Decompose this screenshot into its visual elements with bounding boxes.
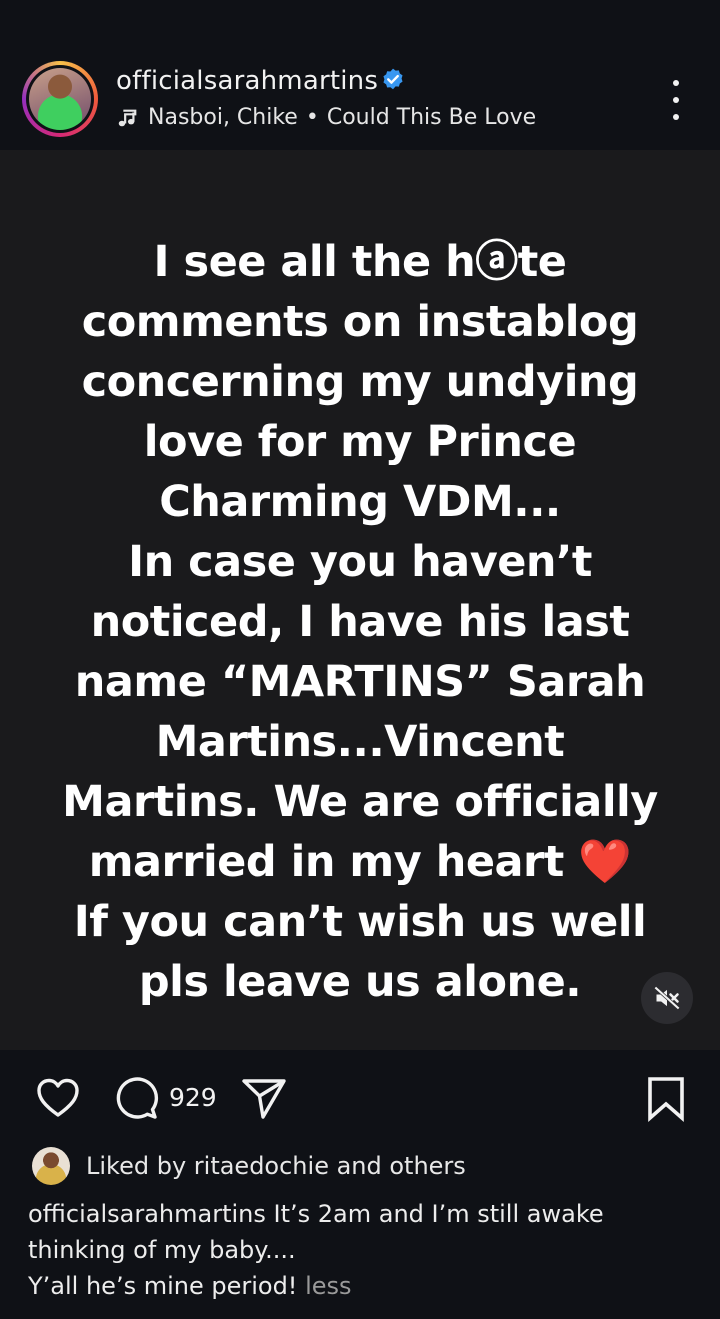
post-text-line: In case you haven’t [128, 537, 592, 587]
music-info[interactable]: Nasboi, Chike • Could This Be Love [116, 105, 536, 130]
post-text-line: Charming VDM... [159, 477, 561, 527]
mute-icon [654, 986, 680, 1010]
caption-line: Y’all he’s mine period! less [28, 1268, 698, 1304]
post-actions: 929 [0, 1050, 720, 1146]
music-note-icon [118, 109, 137, 126]
post-text-line: I see all the hⓐte [153, 237, 567, 287]
more-options-icon[interactable] [664, 80, 688, 120]
avatar [29, 68, 91, 130]
post-text-line: comments on instablog [81, 297, 639, 347]
caption-line: officialsarahmartins It’s 2am and I’m st… [28, 1200, 604, 1228]
story-avatar[interactable] [22, 61, 98, 137]
music-artists: Nasboi, Chike [148, 105, 298, 130]
post-text-line: love for my Prince [143, 417, 577, 467]
less-link[interactable]: less [305, 1272, 351, 1300]
post-media[interactable]: I see all the hⓐte comments on instablog… [0, 150, 720, 1050]
post-header: officialsarahmartins Nasboi, Chike • Cou… [0, 0, 720, 150]
post-caption: officialsarahmartins It’s 2am and I’m st… [28, 1196, 698, 1304]
music-song: Could This Be Love [326, 105, 537, 130]
post-text-line: name “MARTINS” Sarah [74, 657, 646, 707]
bookmark-icon[interactable] [642, 1074, 690, 1122]
post-text-line: Martins...Vincent [155, 717, 565, 767]
comment-count: 929 [169, 1083, 217, 1112]
music-separator: • [305, 105, 319, 130]
post-text-line: married in my heart ❤️ [88, 837, 632, 887]
post-text-line: concerning my undying [81, 357, 639, 407]
post-text: I see all the hⓐte comments on instablog… [40, 232, 680, 1012]
caption-text: Y’all he’s mine period! [28, 1272, 298, 1300]
username[interactable]: officialsarahmartins [116, 66, 378, 96]
likes-text: Liked by ritaedochie and others [86, 1152, 466, 1180]
liker-avatar [32, 1147, 70, 1185]
post-text-line: Martins. We are officially [62, 777, 658, 827]
caption-line: thinking of my baby.... [28, 1236, 296, 1264]
comment-icon[interactable] [112, 1074, 160, 1122]
post-text-line: pls leave us alone. [138, 957, 582, 1007]
heart-icon[interactable] [34, 1074, 82, 1122]
mute-button[interactable] [641, 972, 693, 1024]
likes-summary[interactable]: Liked by ritaedochie and others [32, 1146, 466, 1186]
share-icon[interactable] [240, 1074, 288, 1122]
post-text-line: noticed, I have his last [90, 597, 630, 647]
post-text-line: If you can’t wish us well [73, 897, 647, 947]
verified-badge-icon [383, 68, 403, 90]
instagram-post-screen: officialsarahmartins Nasboi, Chike • Cou… [0, 0, 720, 1319]
